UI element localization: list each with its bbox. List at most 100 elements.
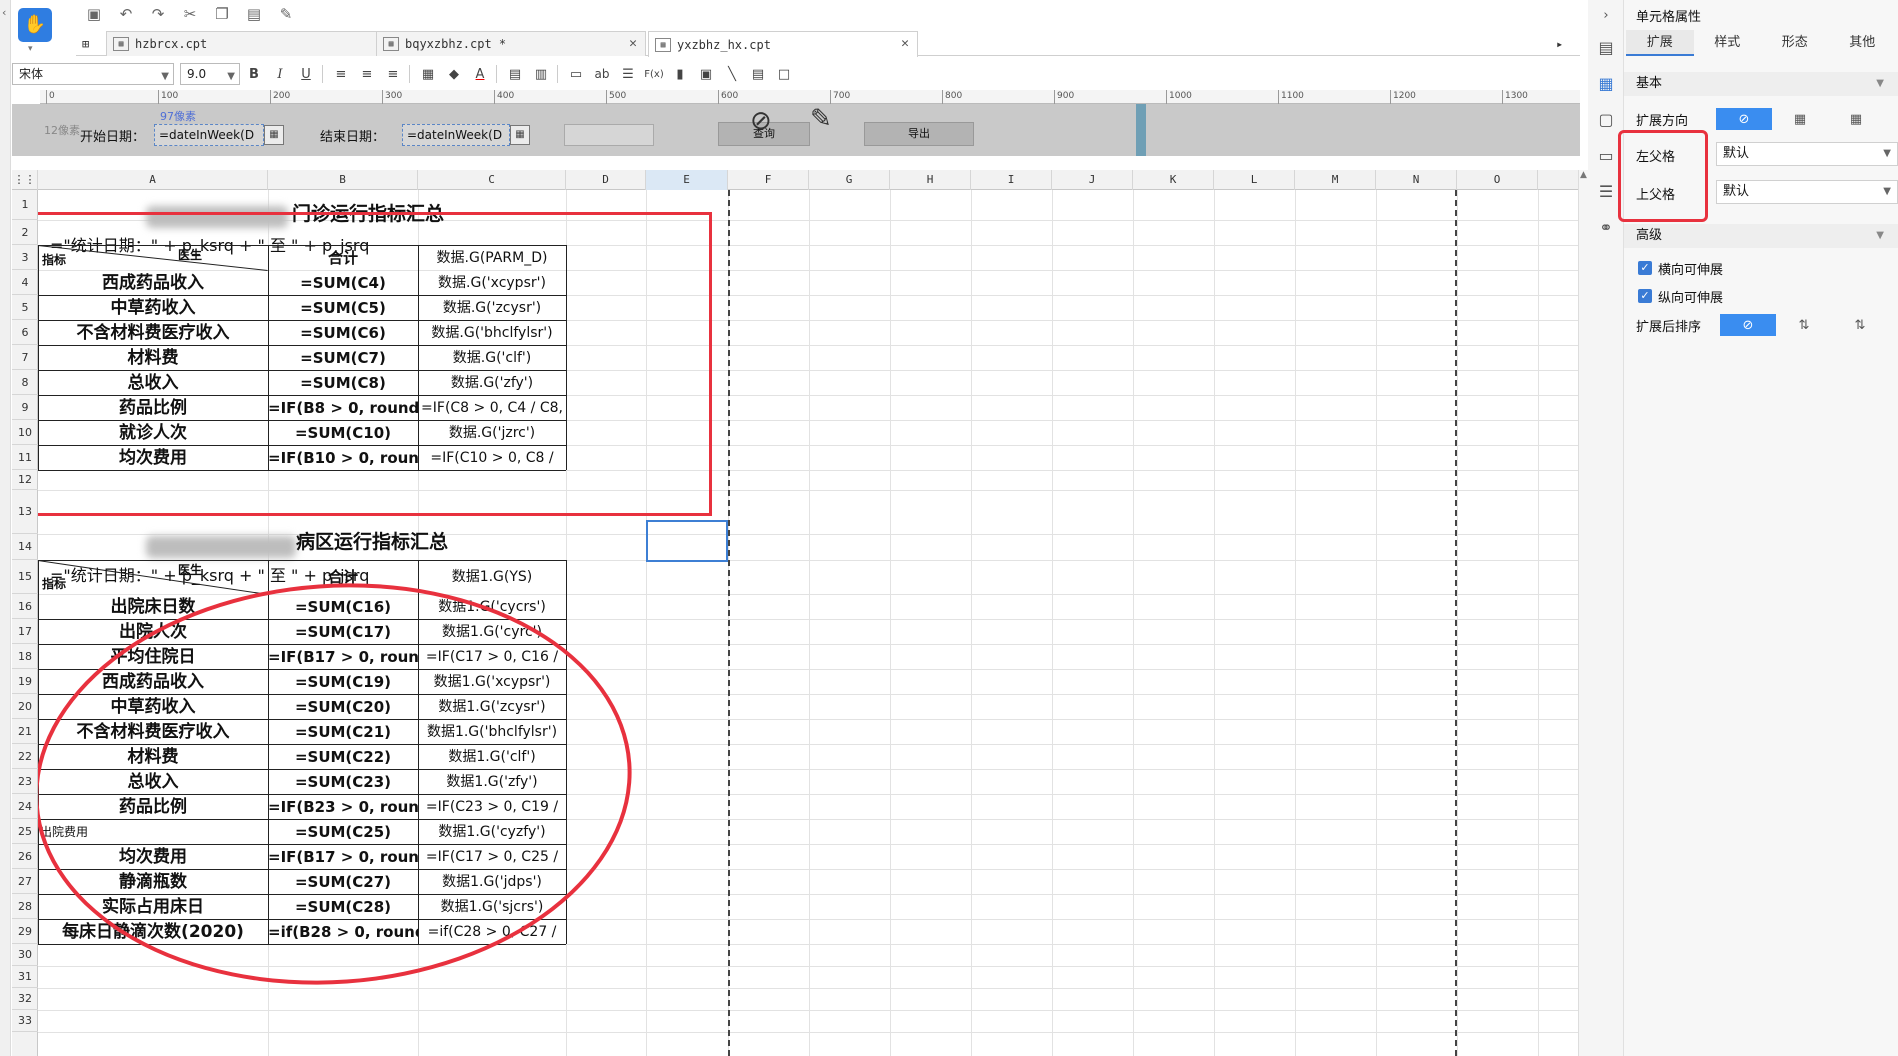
- close-icon[interactable]: ✕: [901, 36, 909, 51]
- logo-dropdown-icon[interactable]: ▾: [28, 44, 33, 54]
- sort-descending-icon[interactable]: ⇅: [1832, 314, 1888, 336]
- row-number[interactable]: 20: [12, 694, 38, 719]
- row-number[interactable]: 31: [12, 966, 38, 988]
- row-number[interactable]: 3: [12, 245, 38, 270]
- row-number[interactable]: 9: [12, 395, 38, 420]
- row-number[interactable]: 25: [12, 819, 38, 844]
- frame-icon[interactable]: □: [772, 63, 796, 85]
- italic-button[interactable]: I: [268, 63, 292, 85]
- tab-menu-icon[interactable]: ▸: [1550, 31, 1576, 56]
- save-icon[interactable]: ▣: [80, 3, 108, 25]
- fill-color-icon[interactable]: ◆: [442, 63, 466, 85]
- column-f[interactable]: F: [728, 170, 809, 190]
- row-number[interactable]: 33: [12, 1010, 38, 1032]
- column-m[interactable]: M: [1295, 170, 1376, 190]
- row-number[interactable]: 10: [12, 420, 38, 445]
- copy-icon[interactable]: ❐: [208, 3, 236, 25]
- cell-attribute-icon[interactable]: ▦: [1596, 74, 1616, 94]
- column-i[interactable]: I: [971, 170, 1052, 190]
- widget-icon[interactable]: ▭: [1596, 146, 1616, 166]
- grid-view-icon[interactable]: ⊞: [76, 31, 104, 56]
- app-logo-icon[interactable]: ✋: [18, 8, 52, 42]
- row-number[interactable]: 24: [12, 794, 38, 819]
- font-family-select[interactable]: 宋体 ▼: [12, 63, 174, 85]
- row-number[interactable]: 14: [12, 534, 38, 560]
- row-number[interactable]: 26: [12, 844, 38, 869]
- tab-yxzbhz-hx[interactable]: ▦ yxzbhz_hx.cpt ✕: [648, 31, 918, 57]
- cell-element-icon[interactable]: ▤: [1596, 38, 1616, 58]
- formula-button[interactable]: F(x): [642, 63, 666, 85]
- row-number[interactable]: 18: [12, 644, 38, 669]
- condition-icon[interactable]: ☰: [1596, 182, 1616, 202]
- row-number[interactable]: 7: [12, 345, 38, 370]
- up-parent-select[interactable]: 默认 ▼: [1716, 180, 1898, 204]
- row-number[interactable]: 1: [12, 190, 38, 220]
- column-a[interactable]: A: [38, 170, 268, 190]
- column-e[interactable]: E: [646, 170, 728, 190]
- column-j[interactable]: J: [1052, 170, 1133, 190]
- no-expand-icon[interactable]: ⊘: [1716, 108, 1772, 130]
- hidden-eye-icon[interactable]: ⊘: [750, 106, 772, 136]
- tab-shape[interactable]: 形态: [1761, 30, 1829, 56]
- column-k[interactable]: K: [1133, 170, 1214, 190]
- section-basic[interactable]: 基本 ▼: [1624, 72, 1898, 96]
- bold-button[interactable]: B: [242, 63, 266, 85]
- section-advanced[interactable]: 高级 ▼: [1624, 224, 1898, 248]
- float-element-icon[interactable]: ▢: [1596, 110, 1616, 130]
- tab-bqyxzbhz[interactable]: ▦ bqyxzbhz.cpt * ✕: [376, 31, 646, 56]
- font-color-icon[interactable]: A: [468, 63, 492, 85]
- tab-hzbrcx[interactable]: ▦ hzbrcx.cpt ✕: [106, 31, 396, 56]
- row-number[interactable]: 15: [12, 560, 38, 594]
- slash-icon[interactable]: ╲: [720, 63, 744, 85]
- align-center-icon[interactable]: ≡: [355, 63, 379, 85]
- row-number[interactable]: 4: [12, 270, 38, 295]
- text-style-button[interactable]: ab: [590, 63, 614, 85]
- calendar-icon[interactable]: ▦: [264, 125, 284, 145]
- merge-cells-icon[interactable]: ▤: [503, 63, 527, 85]
- selected-cell-e13[interactable]: [646, 520, 728, 562]
- insert-row-icon[interactable]: ▭: [564, 63, 588, 85]
- no-sort-icon[interactable]: ⊘: [1720, 314, 1776, 336]
- bar-chart-icon[interactable]: ▮: [668, 63, 692, 85]
- row-number[interactable]: 30: [12, 944, 38, 966]
- row-number[interactable]: 2: [12, 220, 38, 245]
- scroll-up-icon[interactable]: ▲: [1580, 170, 1587, 180]
- vertical-expand-icon[interactable]: ▦: [1772, 108, 1828, 130]
- row-number[interactable]: 21: [12, 719, 38, 744]
- image-icon[interactable]: ▣: [694, 63, 718, 85]
- horizontal-expand-icon[interactable]: ▦: [1828, 108, 1884, 130]
- redo-icon[interactable]: ↷: [144, 3, 172, 25]
- row-number[interactable]: 6: [12, 320, 38, 345]
- row-number[interactable]: 29: [12, 919, 38, 944]
- hyperlink-icon[interactable]: ⚭: [1596, 218, 1616, 238]
- h-expand-checkbox[interactable]: ✓: [1638, 261, 1652, 275]
- paste-icon[interactable]: ▤: [240, 3, 268, 25]
- row-number[interactable]: 12: [12, 470, 38, 490]
- align-right-icon[interactable]: ≡: [381, 63, 405, 85]
- underline-button[interactable]: U: [294, 63, 318, 85]
- end-date-field[interactable]: =dateInWeek(D: [402, 124, 510, 146]
- row-number[interactable]: 16: [12, 594, 38, 619]
- column-d[interactable]: D: [566, 170, 646, 190]
- column-l[interactable]: L: [1214, 170, 1295, 190]
- border-icon[interactable]: ▦: [416, 63, 440, 85]
- font-size-select[interactable]: 9.0 ▼: [180, 63, 240, 85]
- cut-icon[interactable]: ✂: [176, 3, 204, 25]
- close-icon[interactable]: ✕: [629, 36, 637, 51]
- row-number[interactable]: 8: [12, 370, 38, 395]
- row-number[interactable]: 22: [12, 744, 38, 769]
- row-number[interactable]: 5: [12, 295, 38, 320]
- edit-pencil-icon[interactable]: ✎: [810, 104, 832, 134]
- column-n[interactable]: N: [1376, 170, 1457, 190]
- row-number[interactable]: 28: [12, 894, 38, 919]
- pane-boundary-marker[interactable]: [1136, 104, 1146, 156]
- row-number[interactable]: 19: [12, 669, 38, 694]
- select-all-corner[interactable]: ⋮⋮: [12, 170, 38, 190]
- vertical-scrollbar[interactable]: ▲: [1578, 170, 1588, 1056]
- row-number[interactable]: 17: [12, 619, 38, 644]
- tab-other[interactable]: 其他: [1829, 30, 1897, 56]
- row-number[interactable]: 23: [12, 769, 38, 794]
- column-b[interactable]: B: [268, 170, 418, 190]
- start-date-field[interactable]: =dateInWeek(D: [154, 124, 264, 146]
- export-button[interactable]: 导出: [864, 122, 974, 146]
